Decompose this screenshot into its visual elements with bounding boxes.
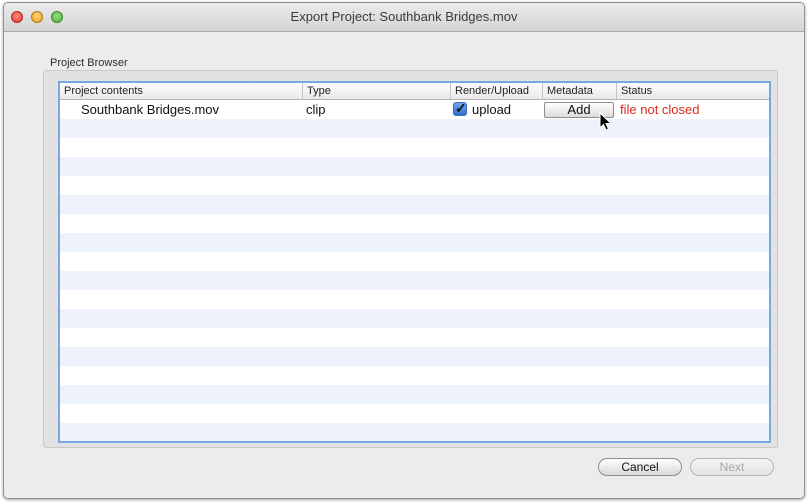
column-header-type[interactable]: Type bbox=[303, 83, 451, 99]
table-row-empty bbox=[60, 176, 769, 195]
table-row-empty bbox=[60, 404, 769, 423]
table-row-empty bbox=[60, 214, 769, 233]
project-contents-cell: Southbank Bridges.mov bbox=[81, 102, 220, 117]
table-row-empty bbox=[60, 195, 769, 214]
window-title: Export Project: Southbank Bridges.mov bbox=[290, 9, 518, 24]
table-row-empty bbox=[60, 290, 769, 309]
table-row[interactable]: Southbank Bridges.mov clip ✓ upload Add … bbox=[60, 100, 769, 119]
table-header: Project contents Type Render/Upload Meta… bbox=[60, 83, 769, 100]
column-header-render-upload[interactable]: Render/Upload bbox=[451, 83, 543, 99]
table-row-empty bbox=[60, 119, 769, 138]
table-row-empty bbox=[60, 385, 769, 404]
table-body: Southbank Bridges.mov clip ✓ upload Add … bbox=[60, 100, 769, 441]
table-row-empty bbox=[60, 271, 769, 290]
table-row-empty bbox=[60, 233, 769, 252]
table-row-empty bbox=[60, 157, 769, 176]
render-upload-checkbox[interactable]: ✓ bbox=[453, 100, 467, 116]
table-row-empty bbox=[60, 252, 769, 271]
column-header-project-contents[interactable]: Project contents bbox=[60, 83, 303, 99]
cancel-button[interactable]: Cancel bbox=[598, 458, 682, 476]
checkmark-icon: ✓ bbox=[455, 100, 467, 116]
next-button[interactable]: Next bbox=[690, 458, 774, 476]
status-cell: file not closed bbox=[620, 102, 700, 117]
type-cell: clip bbox=[306, 102, 326, 117]
project-contents-table[interactable]: Project contents Type Render/Upload Meta… bbox=[58, 81, 771, 443]
column-header-metadata[interactable]: Metadata bbox=[543, 83, 617, 99]
title-bar: Export Project: Southbank Bridges.mov bbox=[4, 3, 804, 32]
table-row-empty bbox=[60, 328, 769, 347]
table-row-empty bbox=[60, 309, 769, 328]
table-row-empty bbox=[60, 366, 769, 385]
table-row-empty bbox=[60, 138, 769, 157]
project-browser-label: Project Browser bbox=[50, 57, 128, 69]
render-upload-label: upload bbox=[472, 102, 512, 117]
table-row-empty bbox=[60, 347, 769, 366]
column-header-status[interactable]: Status bbox=[617, 83, 769, 99]
table-row-empty bbox=[60, 423, 769, 441]
mouse-pointer-icon bbox=[599, 112, 613, 131]
